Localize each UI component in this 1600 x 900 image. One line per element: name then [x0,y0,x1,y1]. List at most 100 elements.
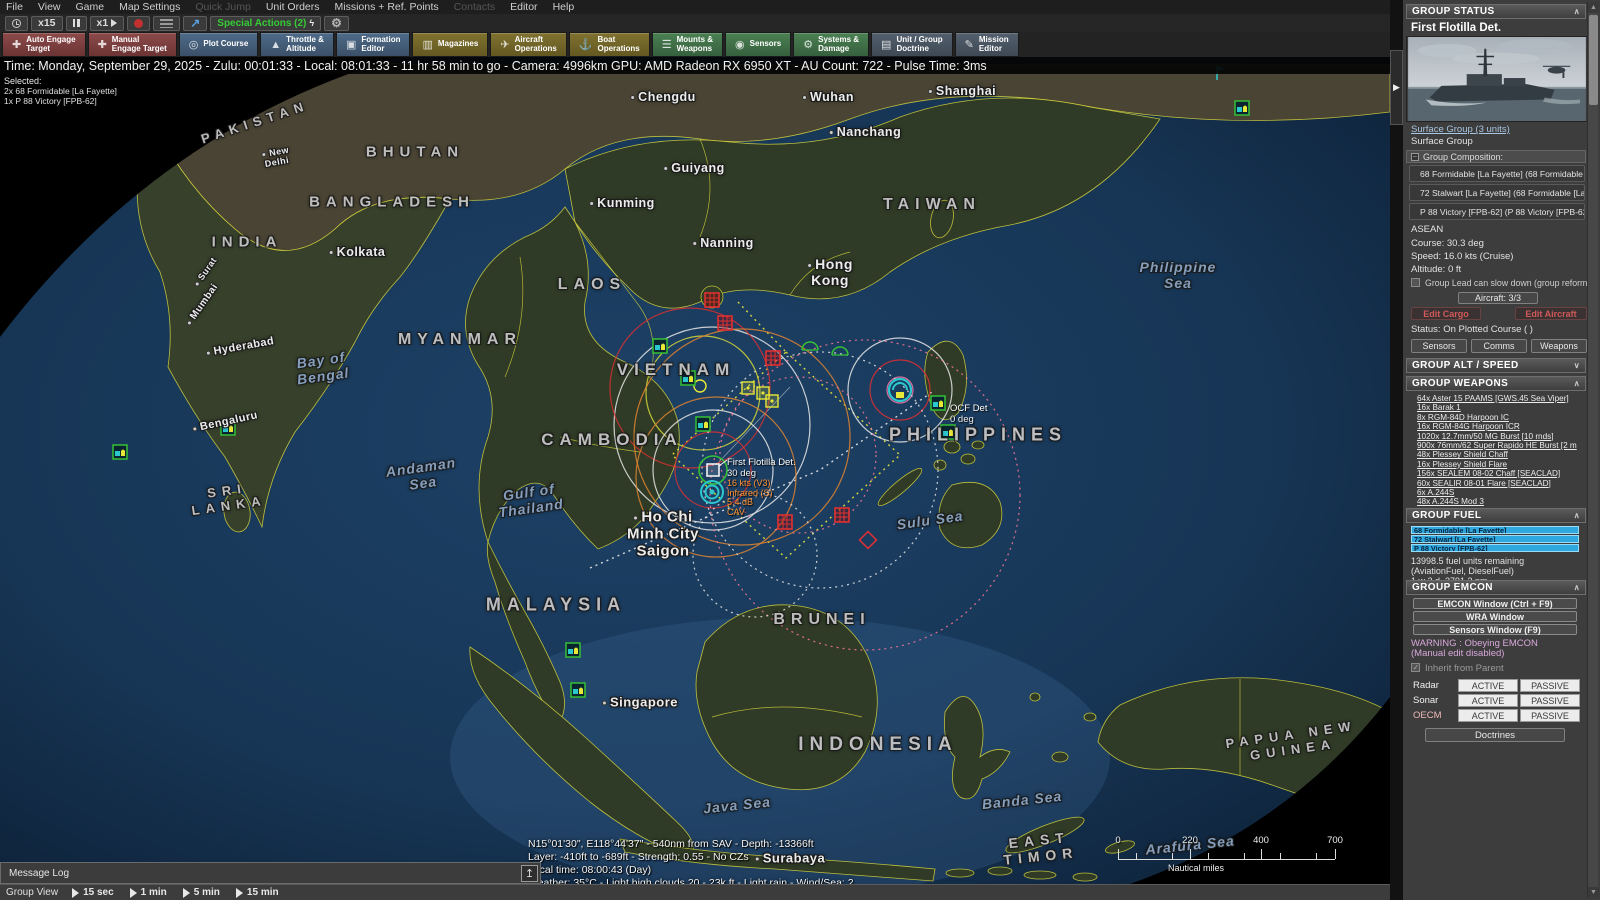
clock-button[interactable] [5,16,28,31]
composition-item[interactable]: 68 Formidable [La Fayette] (68 Formidabl… [1409,165,1585,182]
group-composition-header[interactable]: – Group Composition: [1406,150,1586,163]
menu-item-missions-ref-points[interactable]: Missions + Ref. Points [335,1,439,13]
mission-editor-button[interactable]: ✎MissionEditor [955,32,1019,57]
fuel-unit-row[interactable]: 72 Stalwart [La Fayette] [1411,535,1579,543]
oecm-passive-button[interactable]: PASSIVE [1520,709,1580,722]
time-step-button-15-sec[interactable]: 15 sec [68,887,126,898]
sidebar-scrollbar[interactable]: ▲ ▼ [1587,2,1598,898]
scroll-down-arrow-icon[interactable]: ▼ [1588,887,1599,898]
scrollbar-thumb[interactable] [1589,15,1598,105]
fuel-unit-row[interactable]: 68 Formidable [La Fayette] [1411,526,1579,534]
systems-damage-button[interactable]: ⚙Systems &Damage [793,32,869,57]
manual-engage-target-button[interactable]: ✚ManualEngage Target [88,32,177,57]
plot-course-button[interactable]: ◎Plot Course [179,32,259,57]
aircraft-operations-button[interactable]: ✈AircraftOperations [490,32,566,57]
message-log-bar[interactable]: Message Log ↥ [0,862,541,884]
play-step-icon [72,888,79,898]
menu-item-file[interactable]: File [6,1,23,13]
weapon-link[interactable]: 16x Barak 1 [1417,403,1461,412]
settings-button[interactable]: ⚙ [324,16,349,31]
unit-group-doctrine-button[interactable]: ▤Unit / GroupDoctrine [871,32,953,57]
collapse-minus-icon: – [1411,153,1419,161]
city-dot-icon [186,319,193,326]
doctrines-button[interactable]: Doctrines [1425,728,1565,742]
boat-operations-button[interactable]: ⚓BoatOperations [569,32,650,57]
group-alt-speed-label: GROUP ALT / SPEED [1412,360,1519,371]
edit-aircraft-button[interactable]: Edit Aircraft [1515,307,1587,320]
surface-group-link[interactable]: Surface Group (3 units) [1411,124,1510,135]
map-viewport[interactable]: PAKISTANBHUTANBANGLADESHINDIAMYANMARLAOS… [0,57,1390,884]
tab-sensors-button[interactable]: Sensors [1411,339,1467,353]
group-weapons-header[interactable]: GROUP WEAPONS ∧ [1406,376,1586,391]
group-emcon-header[interactable]: GROUP EMCON ∧ [1406,580,1586,595]
weapon-link[interactable]: 16x Plessey Shield Flare [1417,460,1507,469]
callout-sensor-line: CAV [727,508,796,518]
group-lead-label: Group Lead can slow down (group reform) [1425,278,1590,288]
weapon-link[interactable]: 6x A.244S [1417,488,1454,497]
aircraft-count-button[interactable]: Aircraft: 3/3 [1458,292,1538,304]
speed-x15-button[interactable]: x15 [31,16,63,31]
inherit-parent-checkbox[interactable] [1411,663,1420,672]
weapon-link[interactable]: 1020x 12.7mm/50 MG Burst [10 rnds] [1417,432,1554,441]
weapon-link[interactable]: 48x A.244S Mod 3 [1417,497,1484,506]
composition-item[interactable]: 72 Stalwart [La Fayette] (68 Formidable … [1409,184,1585,201]
composition-item[interactable]: P 88 Victory [FPB-62] (P 88 Victory [FPB… [1409,203,1585,220]
group-composition-label: Group Composition: [1423,152,1503,162]
menu-item-unit-orders[interactable]: Unit Orders [266,1,320,13]
wra-window-button[interactable]: WRA Window [1413,611,1577,622]
tab-weapons-button[interactable]: Weapons [1531,339,1587,353]
menu-item-map-settings[interactable]: Map Settings [119,1,180,13]
group-fuel-header[interactable]: GROUP FUEL ∧ [1406,508,1586,523]
group-lead-checkbox[interactable] [1411,278,1420,287]
weapon-link[interactable]: 64x Aster 15 PAAMS [GWS.45 Sea Viper] [1417,394,1569,403]
edit-cargo-button[interactable]: Edit Cargo [1411,307,1481,320]
weapon-link[interactable]: 8x RGM-84D Harpoon IC [1417,413,1509,422]
fuel-summary-line: (AviationFuel, DieselFuel) [1411,566,1514,576]
radar-passive-button[interactable]: PASSIVE [1520,679,1580,692]
camera-stack-button[interactable] [153,16,180,31]
speed-x1-play-button[interactable]: x1 [90,16,125,31]
city-label-ho-chi-minh-city-saigon: Ho ChiMinh CitySaigon [627,509,699,560]
radar-active-button[interactable]: ACTIVE [1458,679,1518,692]
time-step-button-1-min[interactable]: 1 min [126,887,179,898]
tab-comms-button[interactable]: Comms [1471,339,1527,353]
special-actions-button[interactable]: Special Actions (2)ϟ [210,16,321,31]
pause-icon [73,19,80,27]
weapon-link[interactable]: 48x Plessey Shield Chaff [1417,450,1508,459]
record-button[interactable] [127,16,150,31]
scale-minor-tick [1316,853,1317,859]
weapon-link[interactable]: 156x SEALEM 08-02 Chaff [SEACLAD] [1417,469,1560,478]
inherit-parent-row[interactable]: Inherit from Parent [1411,663,1504,674]
menu-item-game[interactable]: Game [76,1,105,13]
sonar-active-button[interactable]: ACTIVE [1458,694,1518,707]
menu-item-help[interactable]: Help [553,1,575,13]
time-step-button-5-min[interactable]: 5 min [179,887,232,898]
weapon-link[interactable]: 60x SEALIR 08-01 Flare [SEACLAD] [1417,479,1551,488]
fuel-unit-row[interactable]: P 88 Victory [FPB-62] [1411,544,1579,552]
menu-item-view[interactable]: View [38,1,61,13]
weapon-link[interactable]: 16x RGM-84G Harpoon ICR [1417,422,1520,431]
group-lead-checkbox-row[interactable]: Group Lead can slow down (group reform) [1411,278,1590,288]
group-status-header[interactable]: GROUP STATUS ∧ [1406,4,1586,19]
throttle-altitude-button[interactable]: ▲Throttle &Altitude [260,32,334,57]
sonar-passive-button[interactable]: PASSIVE [1520,694,1580,707]
menu-item-editor[interactable]: Editor [510,1,537,13]
formation-editor-button[interactable]: ▣FormationEditor [336,32,411,57]
mounts-weapons-button[interactable]: ☰Mounts &Weapons [652,32,723,57]
auto-engage-target-button[interactable]: ✚Auto EngageTarget [2,32,86,57]
jump-button[interactable]: ↗ [183,16,207,31]
sidebar-collapse-button[interactable]: ▶ [1390,50,1403,125]
group-alt-speed-header[interactable]: GROUP ALT / SPEED ∨ [1406,358,1586,373]
time-step-button-15-min[interactable]: 15 min [232,887,291,898]
sensors-button[interactable]: ◉Sensors [725,32,791,57]
pause-button[interactable] [66,16,87,31]
expand-log-button[interactable]: ↥ [521,865,538,882]
emcon-window-ctrl-f9--button[interactable]: EMCON Window (Ctrl + F9) [1413,598,1577,609]
map-label-layer: PAKISTANBHUTANBANGLADESHINDIAMYANMARLAOS… [0,57,1390,884]
scroll-up-arrow-icon[interactable]: ▲ [1588,2,1599,13]
country-label-pakistan: PAKISTAN [199,97,311,146]
magazines-button[interactable]: ▥Magazines [412,32,488,57]
oecm-active-button[interactable]: ACTIVE [1458,709,1518,722]
sensors-window-f9--button[interactable]: Sensors Window (F9) [1413,624,1577,635]
weapon-link[interactable]: 900x 76mm/62 Super Rapido HE Burst [2 m [1417,441,1577,450]
